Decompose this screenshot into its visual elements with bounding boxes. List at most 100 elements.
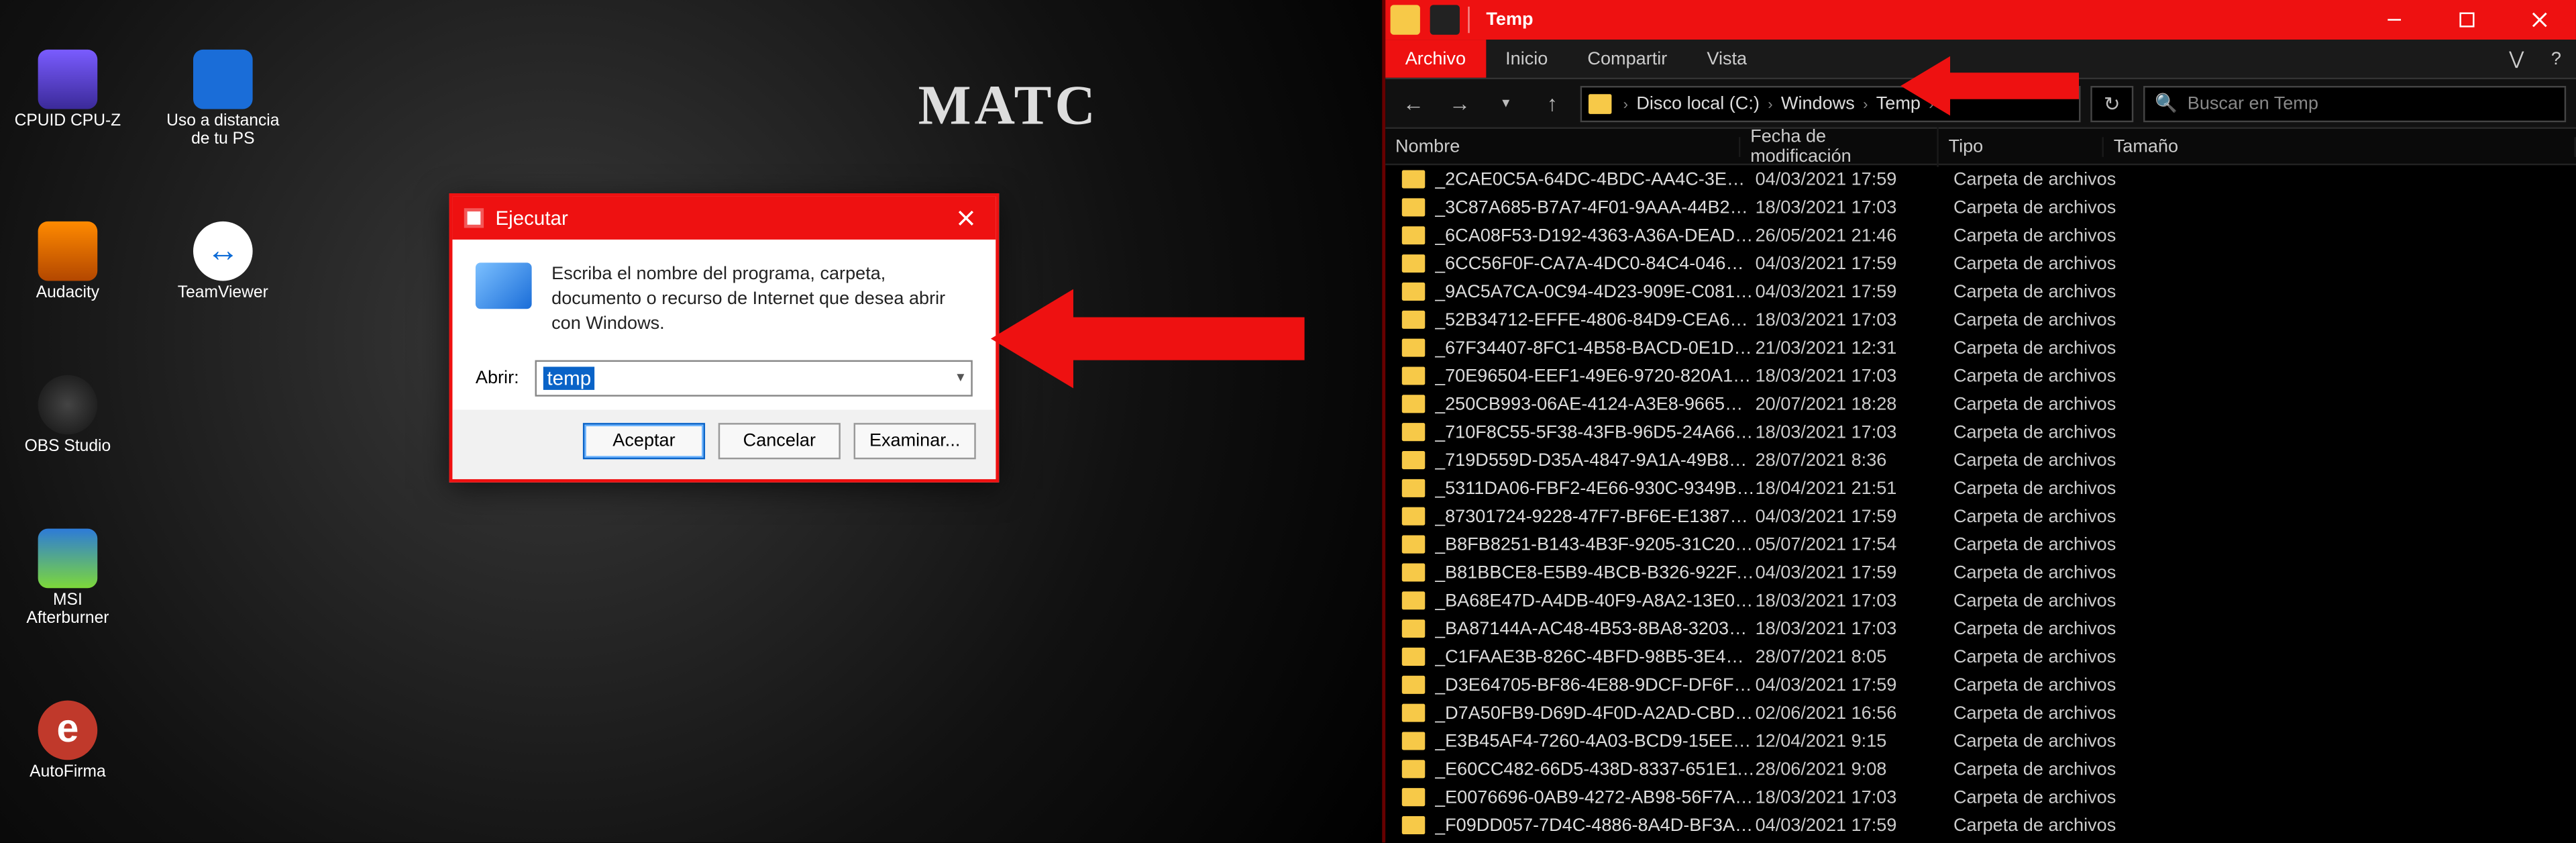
file-list[interactable]: _2CAE0C5A-64DC-4BDC-AA4C-3EF125C…04/03/2… [1385, 165, 2576, 842]
col-date[interactable]: Fecha de modificación [1740, 126, 1938, 166]
folder-icon [1402, 816, 1425, 834]
col-size[interactable]: Tamaño [2104, 136, 2576, 156]
col-type[interactable]: Tipo [1939, 136, 2104, 156]
file-type: Carpeta de archivos [1953, 422, 2151, 442]
table-row[interactable]: _C1FAAE3B-826C-4BFD-98B5-3E4A98369…28/07… [1385, 643, 2576, 671]
file-date: 28/06/2021 9:08 [1756, 759, 1953, 779]
table-row[interactable]: _B8FB8251-B143-4B3F-9205-31C20A96636B05/… [1385, 530, 2576, 558]
crumb-temp[interactable]: Temp [1876, 93, 1921, 113]
desktop-icon-aud[interactable]: Audacity [10, 221, 125, 303]
desktop-icon-tv[interactable]: ↔TeamViewer [165, 221, 280, 303]
file-type: Carpeta de archivos [1953, 506, 2151, 526]
annotation-arrow-left [991, 281, 1321, 405]
col-name[interactable]: Nombre [1385, 136, 1740, 156]
table-row[interactable]: _719D559D-D35A-4847-9A1A-49B823FFA…28/07… [1385, 446, 2576, 475]
table-row[interactable]: _87301724-9228-47F7-BF6E-E13872DD21D304/… [1385, 502, 2576, 530]
close-button[interactable] [2504, 0, 2576, 40]
desktop-icon-ps[interactable]: Uso a distancia de tu PS [165, 50, 280, 149]
search-input[interactable]: 🔍 Buscar en Temp [2143, 85, 2566, 121]
cancel-button[interactable]: Cancelar [718, 422, 841, 458]
browse-button[interactable]: Examinar... [854, 422, 976, 458]
file-type: Carpeta de archivos [1953, 197, 2151, 217]
file-name: _B8FB8251-B143-4B3F-9205-31C20A96636B [1435, 534, 1756, 554]
chevron-right-icon[interactable]: › [1620, 95, 1631, 112]
desktop-icon-af[interactable]: eAutoFirma [10, 701, 125, 782]
file-type: Carpeta de archivos [1953, 647, 2151, 667]
table-row[interactable]: _6CA08F53-D192-4363-A36A-DEADE7E35…26/05… [1385, 221, 2576, 250]
table-row[interactable]: _BA87144A-AC48-4B53-8BA8-3203DCB5…18/03/… [1385, 615, 2576, 643]
file-date: 04/03/2021 17:59 [1756, 506, 1953, 526]
explorer-titlebar[interactable]: Temp [1385, 0, 2576, 40]
table-row[interactable]: _E60CC482-66D5-438D-8337-651E11B4941828/… [1385, 755, 2576, 783]
table-row[interactable]: _3C87A685-B7A7-4F01-9AAA-44B25FE82…18/03… [1385, 193, 2576, 221]
desktop-icon-label: AutoFirma [30, 763, 106, 781]
qat-icon[interactable] [1430, 5, 1460, 34]
file-date: 28/07/2021 8:05 [1756, 647, 1953, 667]
desktop-icon-cpuz[interactable]: CPUID CPU-Z [10, 50, 125, 149]
nav-forward-button[interactable]: → [1442, 85, 1478, 121]
desktop: CPUID CPU-Z Uso a distancia de tu PS Audac… [0, 0, 1382, 842]
table-row[interactable]: _B81BBCE8-E5B9-4BCB-B326-922FAF62D…04/03… [1385, 558, 2576, 587]
table-row[interactable]: _E0076696-0AB9-4272-AB98-56F7A1FAC…18/03… [1385, 783, 2576, 811]
help-icon[interactable]: ? [2536, 40, 2576, 78]
desktop-icon-label: CPUID CPU-Z [15, 112, 121, 130]
folder-icon [1402, 451, 1425, 469]
table-row[interactable]: _70E96504-EEF1-49E6-9720-820A1F81EBF318/… [1385, 362, 2576, 390]
maximize-button[interactable] [2430, 0, 2503, 40]
desktop-icon-obs[interactable]: OBS Studio [10, 375, 125, 456]
table-row[interactable]: _67F34407-8FC1-4B58-BACD-0E1DF8F953…21/0… [1385, 334, 2576, 362]
tab-view[interactable]: Vista [1687, 40, 1767, 78]
file-type: Carpeta de archivos [1953, 562, 2151, 583]
file-date: 18/03/2021 17:03 [1756, 310, 1953, 330]
folder-icon [1402, 170, 1425, 189]
nav-up-button[interactable]: ↑ [1534, 85, 1570, 121]
table-row[interactable]: _52B34712-EFFE-4806-84D9-CEA6360C145E18/… [1385, 305, 2576, 334]
table-row[interactable]: _E3B45AF4-7260-4A03-BCD9-15EE7949BF…12/0… [1385, 727, 2576, 755]
folder-icon [1402, 704, 1425, 722]
table-row[interactable]: _D3E64705-BF86-4E88-9DCF-DF6FF454033904/… [1385, 671, 2576, 699]
table-row[interactable]: _250CB993-06AE-4124-A3E8-9665C90AE5…20/0… [1385, 390, 2576, 418]
file-type: Carpeta de archivos [1953, 169, 2151, 189]
table-row[interactable]: _2CAE0C5A-64DC-4BDC-AA4C-3EF125C…04/03/2… [1385, 165, 2576, 193]
folder-icon [1402, 366, 1425, 385]
chevron-down-icon[interactable]: ▾ [957, 368, 964, 387]
table-row[interactable]: _5311DA06-FBF2-4E66-930C-9349B9697D…18/0… [1385, 474, 2576, 502]
chevron-right-icon[interactable]: › [1925, 95, 1937, 112]
ribbon-expand-icon[interactable]: ⋁ [2497, 40, 2536, 78]
file-date: 26/05/2021 21:46 [1756, 226, 1953, 246]
folder-icon [1402, 283, 1425, 301]
nav-recent-button[interactable]: ▾ [1488, 85, 1524, 121]
tab-share[interactable]: Compartir [1568, 40, 1687, 78]
refresh-button[interactable]: ↻ [2090, 85, 2133, 121]
file-name: _E60CC482-66D5-438D-8337-651E11B49418 [1435, 759, 1756, 779]
breadcrumb[interactable]: › Disco local (C:) › Windows › Temp › [1580, 85, 2081, 121]
tab-file[interactable]: Archivo [1385, 40, 1485, 78]
nav-back-button[interactable]: ← [1395, 85, 1432, 121]
file-type: Carpeta de archivos [1953, 479, 2151, 499]
tab-home[interactable]: Inicio [1486, 40, 1568, 78]
close-button[interactable] [936, 197, 996, 240]
table-row[interactable]: _BA68E47D-A4DB-40F9-A8A2-13E0AF023…18/03… [1385, 587, 2576, 615]
crumb-windows[interactable]: Windows [1781, 93, 1855, 113]
desktop-icon-label: Uso a distancia de tu PS [166, 112, 279, 148]
file-type: Carpeta de archivos [1953, 759, 2151, 779]
run-input[interactable]: temp ▾ [535, 359, 973, 395]
table-row[interactable]: _9AC5A7CA-0C94-4D23-909E-C0815ABD…04/03/… [1385, 278, 2576, 306]
chevron-right-icon[interactable]: › [1860, 95, 1871, 112]
chevron-right-icon[interactable]: › [1764, 95, 1776, 112]
run-titlebar[interactable]: Ejecutar [452, 197, 996, 240]
run-prompt: Escriba el nombre del programa, carpeta,… [551, 262, 973, 336]
file-name: _BA87144A-AC48-4B53-8BA8-3203DCB5… [1435, 619, 1756, 639]
crumb-drive[interactable]: Disco local (C:) [1636, 93, 1760, 113]
table-row[interactable]: _6CC56F0F-CA7A-4DC0-84C4-046D6C15…04/03/… [1385, 250, 2576, 278]
minimize-button[interactable] [2358, 0, 2430, 40]
desktop-icon-label: TeamViewer [178, 284, 268, 302]
desktop-icon-msi[interactable]: MSI Afterburner [10, 529, 125, 628]
table-row[interactable]: _710F8C55-5F38-43FB-96D5-24A66168F98A18/… [1385, 418, 2576, 446]
ok-button[interactable]: Aceptar [583, 422, 705, 458]
table-row[interactable]: _D7A50FB9-D69D-4F0D-A2AD-CBDC27D…02/06/2… [1385, 699, 2576, 727]
file-name: _D7A50FB9-D69D-4F0D-A2AD-CBDC27D… [1435, 703, 1756, 723]
file-name: _6CA08F53-D192-4363-A36A-DEADE7E35… [1435, 226, 1756, 246]
folder-icon [1402, 591, 1425, 609]
table-row[interactable]: _F09DD057-7D4C-4886-8A4D-BF3A4986C…04/03… [1385, 811, 2576, 840]
